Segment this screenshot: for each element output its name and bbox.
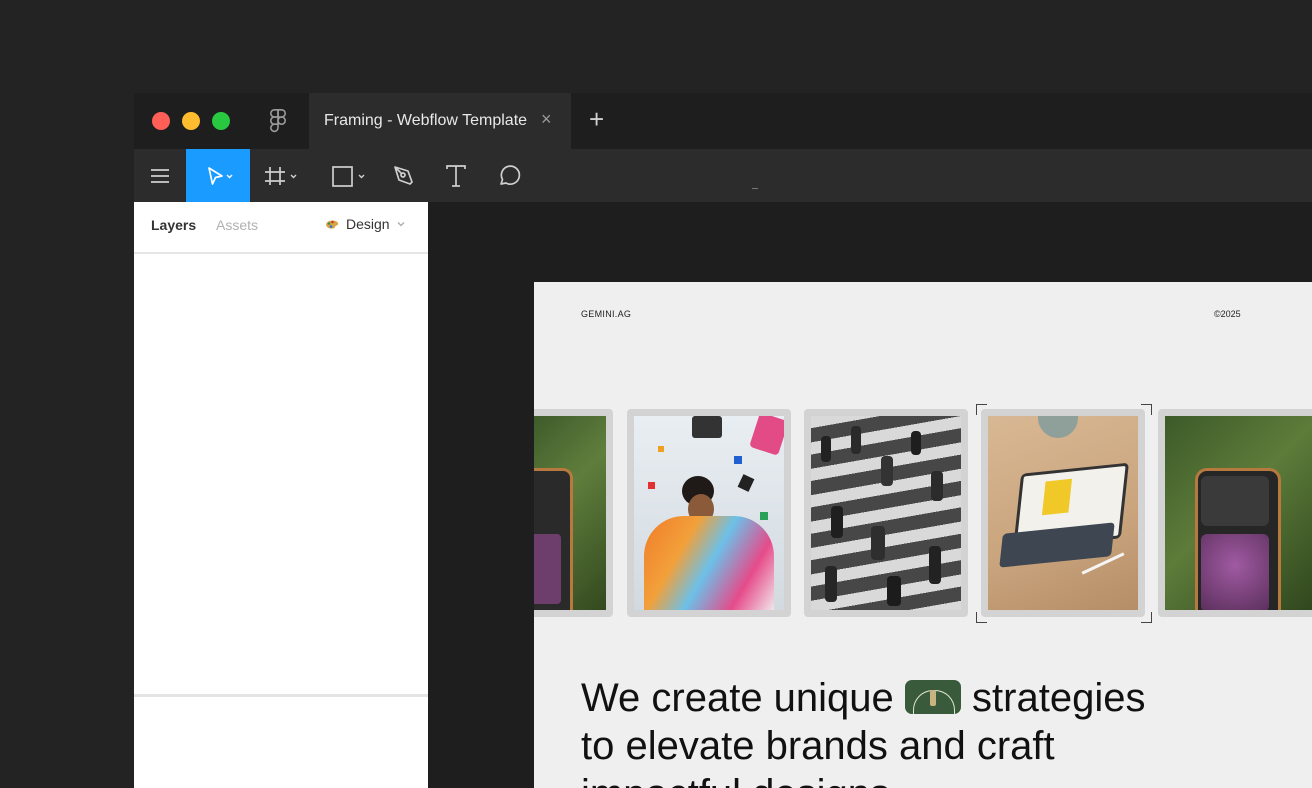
headline-line2: to elevate brands and craft — [581, 724, 1055, 768]
panel-divider — [134, 694, 428, 697]
comment-tool-button[interactable] — [489, 149, 529, 202]
pen-tool-icon — [394, 165, 413, 185]
tab-assets[interactable]: Assets — [216, 217, 258, 233]
main-menu-button[interactable] — [134, 149, 186, 202]
text-tool-button[interactable] — [436, 149, 476, 202]
title-bar: Framing - Webflow Template × + — [134, 93, 1312, 149]
file-tab-title: Framing - Webflow Template — [324, 112, 528, 129]
gallery-card[interactable] — [804, 409, 968, 617]
pen-tool-button[interactable] — [384, 149, 424, 202]
panel-tabs: Layers Assets Design — [134, 202, 428, 254]
crowd-crosswalk-image — [811, 416, 961, 610]
design-dropdown[interactable]: Design — [324, 216, 406, 232]
figma-logo-icon[interactable] — [268, 109, 288, 133]
selection-corner — [976, 612, 987, 623]
selection-corner — [976, 404, 987, 415]
toolbar-divider — [752, 188, 758, 189]
site-logo: GEMINI.AG — [581, 309, 632, 319]
text-tool-icon — [446, 164, 466, 187]
site-copyright: ©2025 — [1214, 309, 1241, 319]
webpage-frame[interactable]: GEMINI.AG ©2025 We create unique strateg… — [534, 282, 1312, 788]
design-palette-icon — [326, 220, 339, 229]
shape-tool-button[interactable] — [326, 149, 374, 202]
minimize-window-button[interactable] — [182, 112, 200, 130]
design-label: Design — [346, 216, 390, 232]
selection-corner — [1141, 404, 1152, 415]
hero-headline: We create unique strategies to elevate b… — [581, 674, 1281, 788]
headline-line1-end: strategies — [972, 676, 1146, 720]
frame-tool-icon — [265, 166, 297, 185]
canvas[interactable]: GEMINI.AG ©2025 We create unique strateg… — [428, 202, 1312, 788]
inline-headline-image — [904, 680, 961, 714]
phone-on-grass-image — [534, 416, 606, 610]
headline-line3: impactful designs — [581, 772, 890, 788]
phone-on-grass-image — [1165, 416, 1312, 610]
file-tab[interactable]: Framing - Webflow Template × — [309, 93, 571, 149]
new-tab-button[interactable]: + — [589, 105, 604, 133]
selection-corner — [1141, 612, 1152, 623]
move-tool-button[interactable] — [186, 149, 250, 202]
figma-window: Framing - Webflow Template × + Layers As… — [134, 93, 1312, 788]
tab-layers[interactable]: Layers — [151, 217, 196, 233]
move-tool-icon — [208, 166, 233, 185]
maximize-window-button[interactable] — [212, 112, 230, 130]
tablet-on-desk-image — [988, 416, 1138, 610]
frame-tool-button[interactable] — [258, 149, 306, 202]
left-panel: Layers Assets Design — [134, 202, 428, 788]
gallery-card[interactable] — [627, 409, 791, 617]
chevron-down-icon — [397, 222, 405, 227]
close-window-button[interactable] — [152, 112, 170, 130]
close-tab-icon[interactable]: × — [541, 109, 552, 130]
gallery-card[interactable] — [534, 409, 613, 617]
comment-tool-icon — [500, 164, 521, 185]
menu-icon — [151, 168, 169, 183]
headline-line1-start: We create unique — [581, 676, 894, 720]
gallery-card-selected[interactable] — [981, 409, 1145, 617]
colorful-jacket-portrait-image — [634, 416, 784, 610]
shape-tool-icon — [332, 165, 365, 187]
toolbar — [134, 149, 1312, 202]
gallery-card[interactable] — [1158, 409, 1312, 617]
